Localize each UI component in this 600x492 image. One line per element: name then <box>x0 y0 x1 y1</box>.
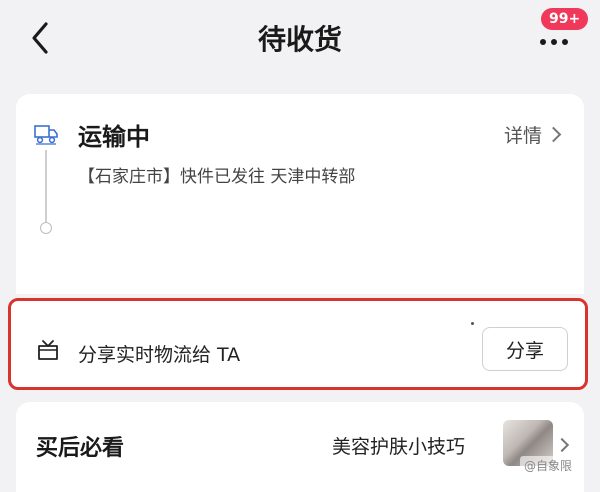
watermark: @自象限 <box>520 456 577 475</box>
share-label: 分享实时物流给 TA <box>78 344 241 366</box>
details-link[interactable]: 详情 <box>504 121 562 148</box>
tracking-text: 【石家庄市】快件已发往 天津中转部 <box>78 167 356 187</box>
after-sale-title: 买后必看 <box>36 436 125 461</box>
tiny-dot <box>471 322 474 325</box>
truck-icon <box>34 125 58 145</box>
gift-box-icon <box>38 340 58 360</box>
details-label: 详情 <box>504 125 543 147</box>
page-title: 待收货 <box>257 23 342 56</box>
chevron-right-icon <box>545 126 562 143</box>
notification-badge: 99+ <box>541 8 589 30</box>
shipping-status: 运输中 <box>78 123 150 151</box>
back-button[interactable] <box>22 18 62 58</box>
header: 待收货 99+ <box>0 0 600 82</box>
more-dots-icon <box>540 39 568 45</box>
timeline-dot <box>40 222 52 234</box>
beauty-tips-link[interactable]: 美容护肤小技巧 <box>332 432 465 459</box>
chevron-left-icon <box>32 22 48 54</box>
share-button[interactable]: 分享 <box>482 327 568 371</box>
timeline-line <box>45 150 47 224</box>
